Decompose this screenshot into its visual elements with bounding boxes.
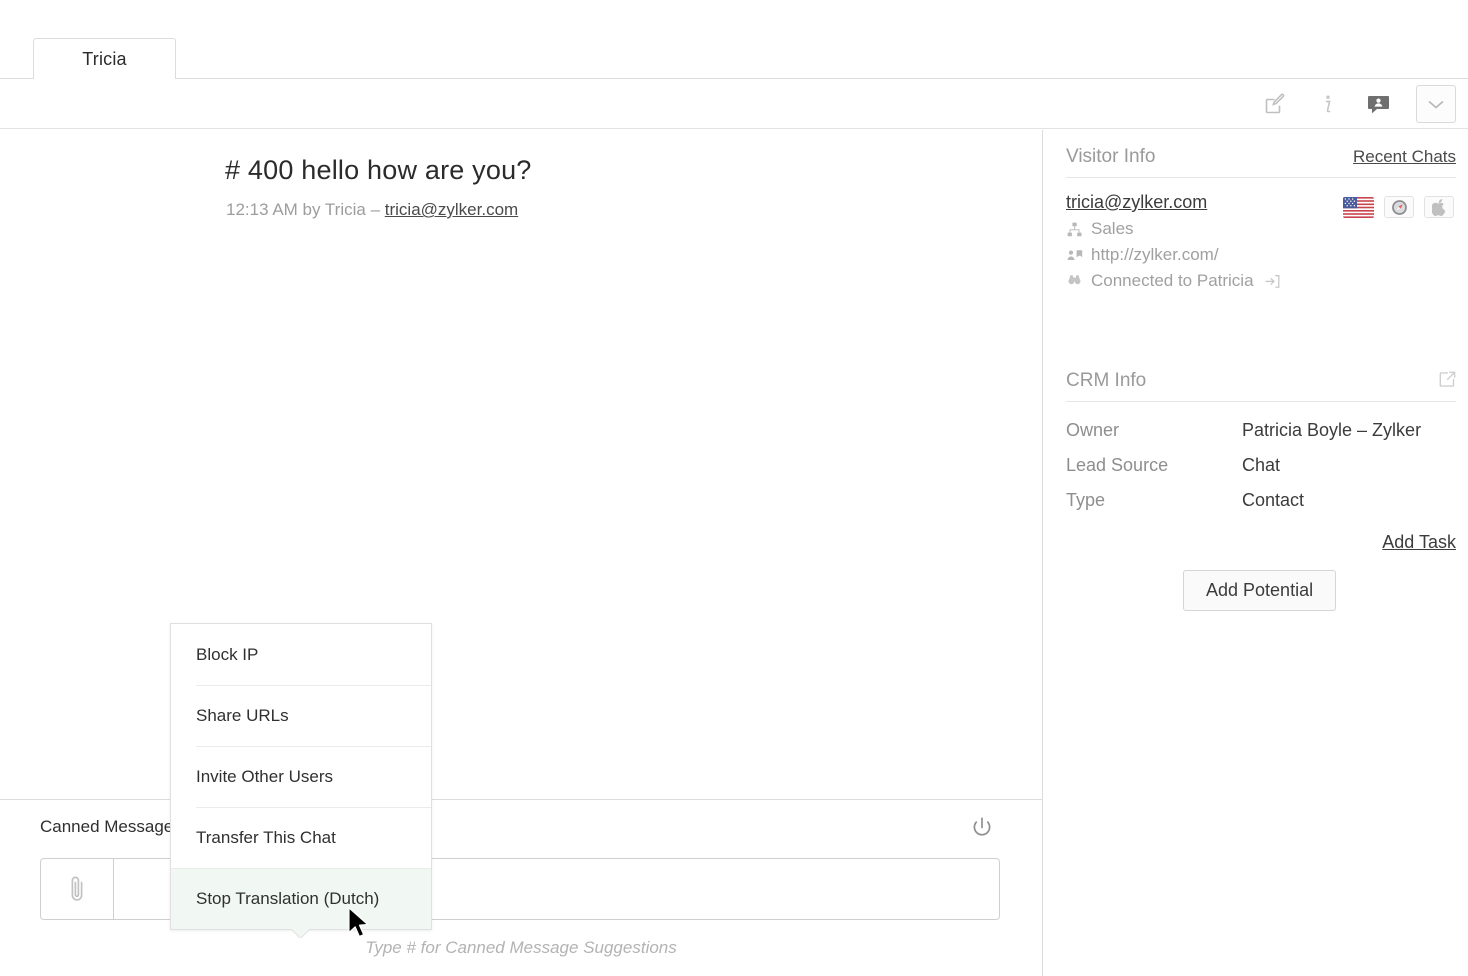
add-potential-button[interactable]: Add Potential: [1183, 570, 1336, 611]
tab-tricia[interactable]: Tricia: [33, 38, 176, 80]
visitor-email-link[interactable]: tricia@zylker.com: [1066, 192, 1207, 213]
chevron-down-icon[interactable]: [1416, 85, 1456, 123]
menu-item-block-ip[interactable]: Block IP: [171, 624, 431, 685]
info-icon[interactable]: [1312, 89, 1342, 119]
paperclip-icon[interactable]: [40, 858, 114, 920]
right-sidebar: Visitor Info Recent Chats tricia@zylker.…: [1044, 130, 1468, 976]
crm-key: Lead Source: [1066, 455, 1242, 476]
recent-chats-link[interactable]: Recent Chats: [1353, 147, 1456, 167]
apple-os-icon: [1424, 196, 1454, 218]
menu-item-transfer-this-chat[interactable]: Transfer This Chat: [171, 807, 431, 868]
crm-info-body: Owner Patricia Boyle – Zylker Lead Sourc…: [1044, 402, 1468, 511]
org-chart-icon: [1066, 221, 1083, 238]
visitor-connection-label: Connected to Patricia: [1091, 271, 1254, 291]
crm-value: Patricia Boyle – Zylker: [1242, 420, 1421, 441]
conversation-subline: 12:13 AM by Tricia – tricia@zylker.com: [226, 200, 518, 220]
crm-row-lead-source: Lead Source Chat: [1066, 455, 1456, 476]
more-actions-menu: Block IP Share URLs Invite Other Users T…: [170, 623, 432, 930]
visitor-badges: [1343, 196, 1454, 218]
crm-value: Contact: [1242, 490, 1304, 511]
power-icon[interactable]: [967, 813, 997, 843]
menu-item-label: Invite Other Users: [196, 767, 333, 787]
visitor-info-header: Visitor Info Recent Chats: [1066, 130, 1456, 178]
menu-item-label: Transfer This Chat: [196, 828, 336, 848]
safari-browser-icon: [1384, 196, 1414, 218]
chat-console-window: Tricia: [0, 0, 1468, 976]
visitor-connection-row: Connected to Patricia: [1066, 271, 1456, 291]
conversation-meta: 12:13 AM by Tricia –: [226, 200, 385, 219]
menu-item-label: Share URLs: [196, 706, 289, 726]
binoculars-icon: [1066, 273, 1083, 290]
toolbar-icon-group: [1260, 79, 1456, 129]
add-task-link[interactable]: Add Task: [1382, 532, 1456, 553]
composer-hint-text: Type # for Canned Message Suggestions: [0, 938, 1042, 958]
conversation-title: # 400 hello how are you?: [225, 155, 532, 186]
external-link-icon[interactable]: [1439, 371, 1456, 388]
menu-item-invite-other-users[interactable]: Invite Other Users: [171, 746, 431, 807]
login-arrow-icon[interactable]: [1265, 274, 1280, 289]
crm-key: Owner: [1066, 420, 1242, 441]
menu-item-label: Block IP: [196, 645, 258, 665]
visitor-info-title: Visitor Info: [1066, 146, 1155, 168]
us-flag-icon: [1343, 197, 1374, 218]
chat-main-panel: # 400 hello how are you? 12:13 AM by Tri…: [0, 130, 1043, 976]
message-composer: Canned Messages More Actions Type # f: [0, 799, 1042, 976]
visitor-referrer-row: http://zylker.com/: [1066, 245, 1456, 265]
menu-item-share-urls[interactable]: Share URLs: [171, 685, 431, 746]
chat-toolbar: [0, 79, 1468, 129]
tab-strip: Tricia: [0, 0, 1468, 79]
menu-pointer-tail: [291, 929, 309, 938]
referrer-icon: [1066, 247, 1083, 264]
crm-info-header: CRM Info: [1066, 353, 1456, 402]
visitor-referrer-label: http://zylker.com/: [1091, 245, 1219, 265]
crm-row-owner: Owner Patricia Boyle – Zylker: [1066, 420, 1456, 441]
crm-row-type: Type Contact: [1066, 490, 1456, 511]
menu-item-stop-translation[interactable]: Stop Translation (Dutch): [171, 868, 431, 929]
visitor-department-row: Sales: [1066, 219, 1456, 239]
visitor-info-body: tricia@zylker.com Sales: [1044, 178, 1468, 291]
compose-icon[interactable]: [1260, 89, 1290, 119]
canned-messages-button[interactable]: Canned Messages: [40, 817, 182, 837]
crm-key: Type: [1066, 490, 1242, 511]
visitor-department-label: Sales: [1091, 219, 1134, 239]
visitor-chat-icon[interactable]: [1364, 89, 1394, 119]
tab-label: Tricia: [82, 49, 127, 70]
conversation-email-link[interactable]: tricia@zylker.com: [385, 200, 518, 219]
menu-item-label: Stop Translation (Dutch): [196, 889, 379, 909]
crm-info-title: CRM Info: [1066, 370, 1146, 392]
crm-value: Chat: [1242, 455, 1280, 476]
